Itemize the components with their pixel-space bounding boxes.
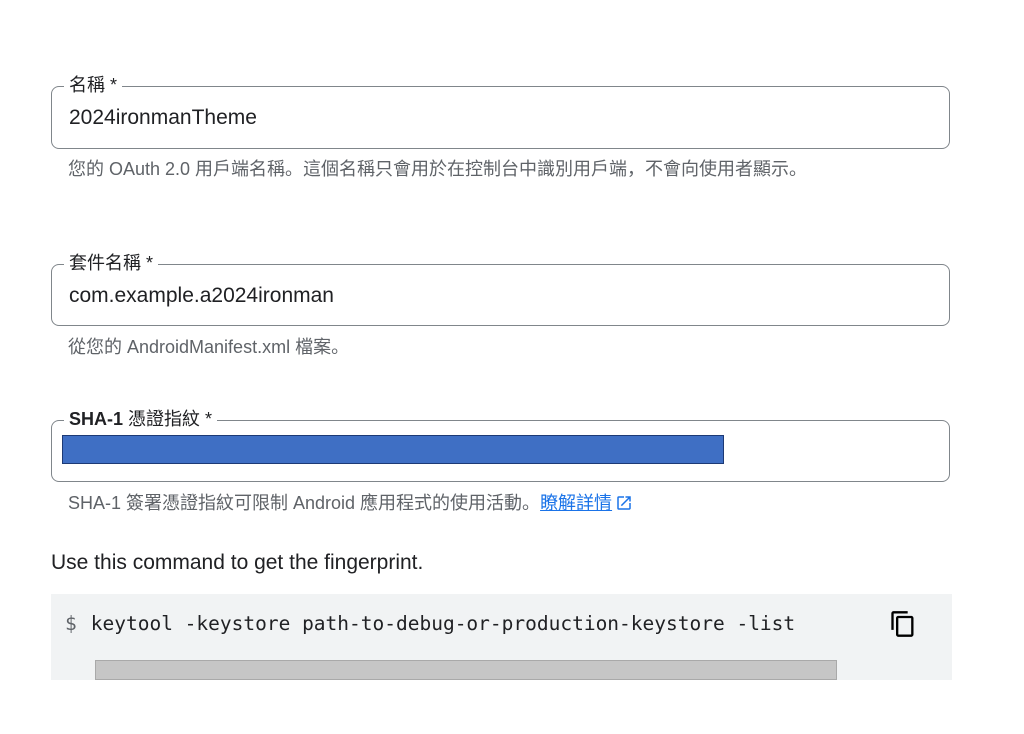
copy-icon[interactable] (889, 610, 917, 638)
command-text[interactable]: keytool -keystore path-to-debug-or-produ… (91, 612, 795, 635)
name-helper-text: 您的 OAuth 2.0 用戶端名稱。這個名稱只會用於在控制台中識別用戶端，不會… (68, 159, 808, 179)
name-field[interactable]: 名稱 * 2024ironmanTheme (51, 74, 950, 149)
package-name-field-label: 套件名稱 * (64, 252, 159, 274)
command-code-block: $ keytool -keystore path-to-debug-or-prod… (51, 594, 952, 680)
sha1-label-rest: 憑證指紋 * (123, 409, 213, 429)
command-intro-text: Use this command to get the fingerprint. (51, 551, 424, 574)
name-field-value[interactable]: 2024ironmanTheme (69, 105, 257, 131)
sha1-fingerprint-field-label: SHA-1 憑證指紋 * (64, 408, 218, 430)
sha1-value-redaction[interactable] (62, 435, 724, 464)
package-name-field-value[interactable]: com.example.a2024ironman (69, 283, 334, 309)
sha1-helper-text: SHA-1 簽署憑證指紋可限制 Android 應用程式的使用活動。瞭解詳情 (68, 489, 898, 520)
name-field-label: 名稱 * (64, 74, 123, 96)
command-line: $ keytool -keystore path-to-debug-or-prod… (65, 610, 795, 638)
learn-more-link[interactable]: 瞭解詳情 (540, 493, 612, 513)
open-in-new-icon[interactable] (615, 492, 633, 520)
shell-prompt: $ (65, 612, 77, 635)
sha1-fingerprint-field[interactable]: SHA-1 憑證指紋 * (51, 408, 950, 482)
sha1-label-bold: SHA-1 (69, 409, 124, 429)
command-output-redaction (95, 660, 837, 680)
sha1-helper-message: SHA-1 簽署憑證指紋可限制 Android 應用程式的使用活動。 (68, 493, 541, 513)
package-name-helper-text: 從您的 AndroidManifest.xml 檔案。 (68, 337, 350, 357)
package-name-field[interactable]: 套件名稱 * com.example.a2024ironman (51, 252, 950, 326)
